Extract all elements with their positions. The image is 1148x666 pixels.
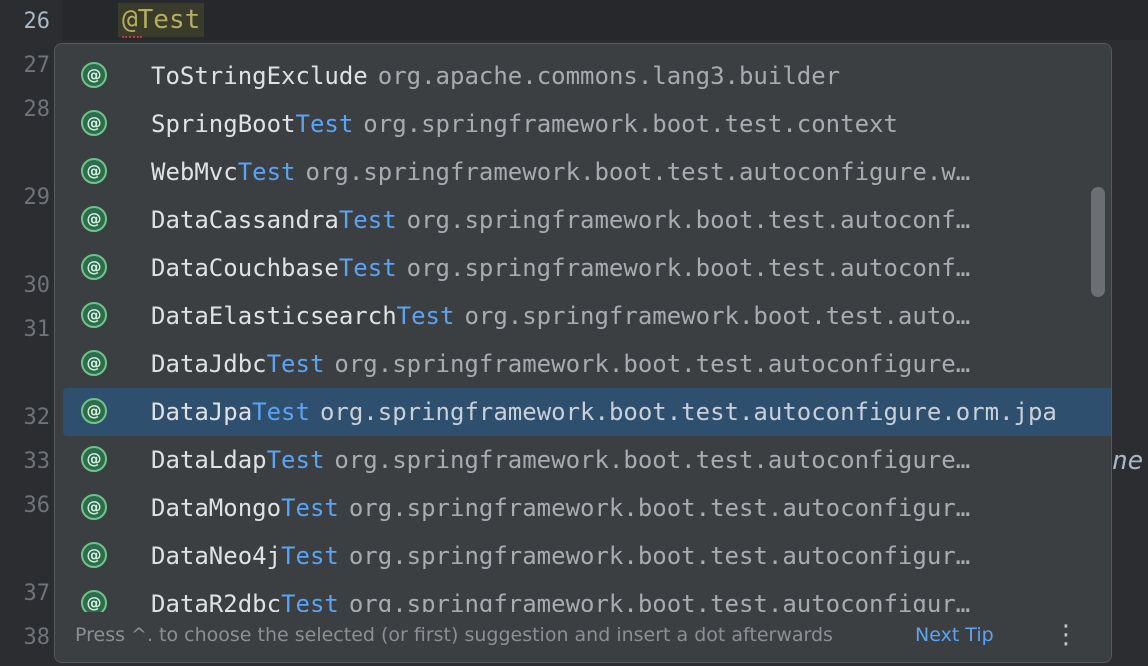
completion-item-package: org.springframework.boot.test.autoconfig… xyxy=(348,590,971,612)
annotation-icon: @ xyxy=(81,494,107,520)
annotation-icon: @ xyxy=(81,302,107,328)
annotation-icon: @ xyxy=(81,446,107,472)
completion-item-match: Test xyxy=(295,110,354,138)
completion-item[interactable]: @ DataMongoTest org.springframework.boot.t… xyxy=(55,484,1111,532)
completion-item-name: DataJdbc xyxy=(151,350,267,378)
completion-item-package: org.springframework.boot.test.autoconf… xyxy=(406,254,971,282)
completion-item-text: DataCouchbaseTest org.springframework.boo… xyxy=(151,252,970,284)
completion-item[interactable]: @ SpringBootTest org.springframework.boot.… xyxy=(55,100,1111,148)
completion-item-package: org.springframework.boot.test.autoconfig… xyxy=(348,542,971,570)
completion-item-text: DataCassandraTest org.springframework.boo… xyxy=(151,204,970,236)
completion-footer: Press ^. to choose the selected (or firs… xyxy=(55,612,1111,662)
completion-item-name: DataCouchbase xyxy=(151,254,339,282)
line-number: 36 xyxy=(23,493,51,518)
completion-item-name: DataCassandra xyxy=(151,206,339,234)
line-number: 33 xyxy=(23,449,51,474)
completion-item-match: Test xyxy=(281,542,339,570)
annotation-icon: @ xyxy=(81,398,107,424)
completion-list[interactable]: @ ToStringExclude org.apache.commons.lang3… xyxy=(55,52,1111,612)
completion-item-name: ToStringExclude xyxy=(151,62,368,90)
completion-item-match: Test xyxy=(252,398,310,426)
line-number: 31 xyxy=(23,317,51,342)
line-number: 28 xyxy=(23,97,51,122)
line-number: 29 xyxy=(23,185,51,210)
completion-item-match: Test xyxy=(281,494,339,522)
completion-item-name: DataElasticsearch xyxy=(151,302,397,330)
footer-hint: Press ^. to choose the selected (or firs… xyxy=(75,624,833,646)
completion-item-name: DataR2dbc xyxy=(151,590,282,612)
annotation-icon: @ xyxy=(81,350,107,376)
line-number: 37 xyxy=(23,581,51,606)
line-number: 27 xyxy=(23,53,51,78)
completion-item-text: DataR2dbcTest org.springframework.boot.te… xyxy=(151,588,970,612)
error-squiggle xyxy=(122,32,142,38)
completion-item-text: WebMvcTest org.springframework.boot.test.… xyxy=(151,156,970,188)
completion-item-text: ToStringExclude org.apache.commons.lang3.… xyxy=(151,60,840,92)
completion-item-package: org.springframework.boot.test.autoconfig… xyxy=(348,494,971,522)
completion-item-text: DataLdapTest org.springframework.boot.tes… xyxy=(151,444,970,476)
completion-item-package: org.springframework.boot.test.autoconfig… xyxy=(334,446,971,474)
annotation-icon: @ xyxy=(81,158,107,184)
completion-item-match: Test xyxy=(338,206,397,234)
completion-item-match: Test xyxy=(338,254,397,282)
completion-item-text: DataJdbcTest org.springframework.boot.tes… xyxy=(151,348,970,380)
completion-item-match: Test xyxy=(396,302,455,330)
completion-item-name: DataMongo xyxy=(151,494,282,522)
hidden-code-fragment: ne xyxy=(1112,446,1144,476)
completion-item-name: DataLdap xyxy=(151,446,267,474)
completion-item-match: Test xyxy=(281,590,339,612)
completion-item-package: org.springframework.boot.test.auto… xyxy=(464,302,971,330)
completion-item[interactable]: @ DataLdapTest org.springframework.boot.te… xyxy=(55,436,1111,484)
completion-popup[interactable]: @ ToStringExclude org.apache.commons.lang3… xyxy=(54,43,1112,663)
completion-item-name: WebMvc xyxy=(151,158,238,186)
annotation-icon: @ xyxy=(81,206,107,232)
completion-item[interactable]: @ DataJdbcTest org.springframework.boot.te… xyxy=(55,340,1111,388)
completion-item[interactable]: @ DataR2dbcTest org.springframework.boot.t… xyxy=(55,580,1111,612)
annotation-icon: @ xyxy=(81,62,107,88)
annotation-icon: @ xyxy=(81,110,107,136)
next-tip-link[interactable]: Next Tip xyxy=(915,624,994,646)
completion-item-match: Test xyxy=(266,350,325,378)
annotation-name: Test xyxy=(137,5,201,35)
annotation-icon: @ xyxy=(81,542,107,568)
completion-item-package: org.springframework.boot.test.autoconfig… xyxy=(305,158,971,186)
completion-item[interactable]: @ DataNeo4jTest org.springframework.boot.t… xyxy=(55,532,1111,580)
completion-item[interactable]: @ DataCassandraTest org.springframework.bo… xyxy=(55,196,1111,244)
line-number: 38 xyxy=(23,625,51,650)
completion-item-name: SpringBoot xyxy=(151,110,296,138)
completion-item[interactable]: @ ToStringExclude org.apache.commons.lang3… xyxy=(55,52,1111,100)
completion-item-package: org.springframework.boot.test.autoconfig… xyxy=(319,398,1057,426)
completion-item-match: Test xyxy=(237,158,296,186)
line-number: 32 xyxy=(23,405,51,430)
completion-item-text: DataElasticsearchTest org.springframework… xyxy=(151,300,970,332)
completion-item-text: DataJpaTest org.springframework.boot.test… xyxy=(151,396,1057,428)
annotation-icon: @ xyxy=(81,590,107,612)
completion-scrollbar[interactable] xyxy=(1091,187,1105,297)
annotation-at-sign: @ xyxy=(122,5,138,35)
completion-item[interactable]: @ DataJpaTest org.springframework.boot.tes… xyxy=(63,388,1111,436)
annotation-icon: @ xyxy=(81,254,107,280)
completion-item[interactable]: @ DataCouchbaseTest org.springframework.bo… xyxy=(55,244,1111,292)
completion-item-package: org.springframework.boot.test.autoconf… xyxy=(406,206,971,234)
completion-item-package: org.springframework.boot.test.context xyxy=(363,110,898,138)
more-options-icon[interactable]: ⋮ xyxy=(1053,618,1079,652)
completion-item-text: DataMongoTest org.springframework.boot.te… xyxy=(151,492,970,524)
completion-item-name: DataNeo4j xyxy=(151,542,282,570)
line-number: 26 xyxy=(23,9,51,34)
completion-item[interactable]: @ WebMvcTest org.springframework.boot.test… xyxy=(55,148,1111,196)
completion-item[interactable]: @ DataElasticsearchTest org.springframewor… xyxy=(55,292,1111,340)
completion-item-match: Test xyxy=(266,446,325,474)
line-number-gutter: 26 27 28 29 30 31 32 33 36 37 38 xyxy=(0,0,62,666)
completion-item-text: SpringBootTest org.springframework.boot.t… xyxy=(151,108,898,140)
completion-item-text: DataNeo4jTest org.springframework.boot.te… xyxy=(151,540,970,572)
completion-item-package: org.springframework.boot.test.autoconfig… xyxy=(334,350,971,378)
completion-item-name: DataJpa xyxy=(151,398,253,426)
completion-item-package: org.apache.commons.lang3.builder xyxy=(377,62,841,90)
line-number: 30 xyxy=(23,273,51,298)
